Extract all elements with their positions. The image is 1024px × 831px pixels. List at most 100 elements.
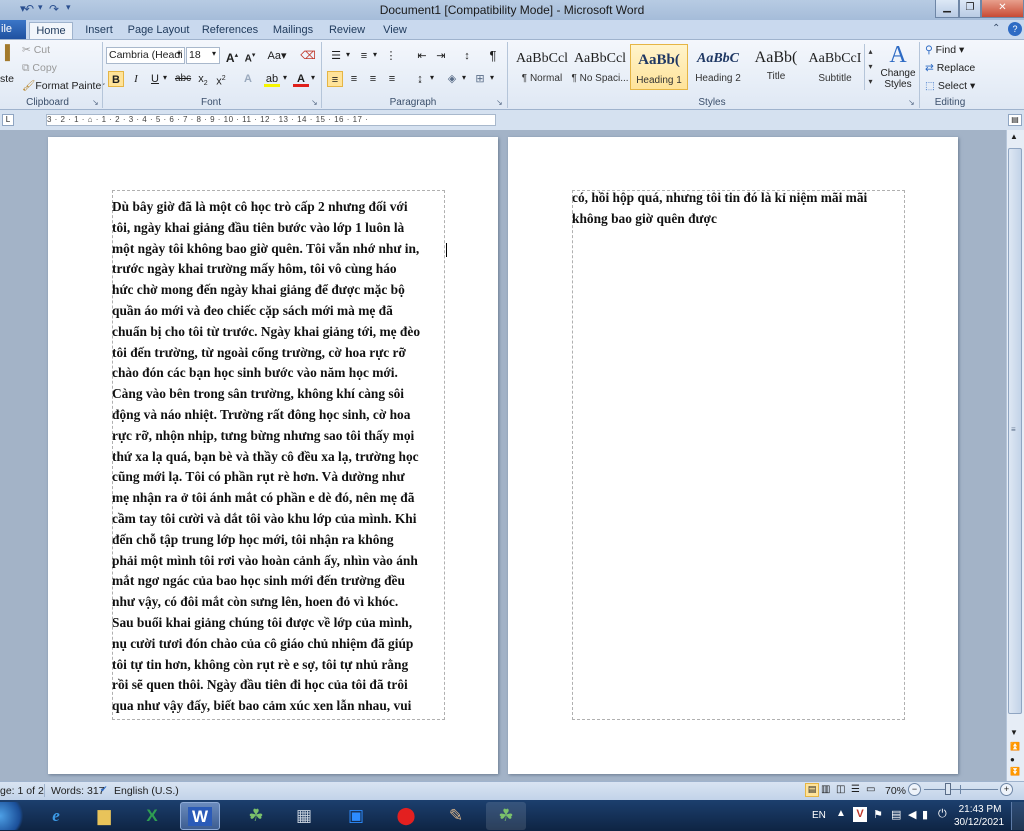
style-subtitle[interactable]: AaBbCcI Subtitle [806, 44, 864, 90]
show-hidden-icons-icon[interactable]: ▲ [836, 808, 846, 819]
redo-icon[interactable]: ↷ [49, 2, 63, 17]
style-normal[interactable]: AaBbCcl ¶ Normal [513, 44, 571, 90]
view-ruler-icon[interactable]: ▤ [1008, 114, 1022, 126]
style-heading-1[interactable]: AaBb(Heading 1 [630, 44, 688, 90]
proofing-icon[interactable]: ✔ [100, 784, 108, 795]
text-line[interactable]: qua như vậy đấy, biết bao cảm xúc xen lẫ… [112, 696, 444, 717]
zoom-slider-thumb[interactable] [945, 783, 951, 795]
scroll-up-icon[interactable]: ▲ [1010, 132, 1018, 141]
text-line[interactable]: không bao giờ quên được [572, 209, 904, 230]
word-icon[interactable]: W [180, 802, 220, 830]
tab-insert[interactable]: Insert [80, 22, 118, 40]
dialog-launcher-icon[interactable]: ↘ [496, 98, 503, 107]
text-line[interactable]: chào đón các bạn học sinh bước vào năm h… [112, 363, 444, 384]
tab-review[interactable]: Review [327, 22, 367, 40]
previous-page-icon[interactable]: ⏫ [1010, 742, 1020, 751]
tab-page-layout[interactable]: Page Layout [127, 22, 190, 40]
language-indicator[interactable]: English (U.S.) [114, 785, 179, 797]
highlight-dropdown-icon[interactable]: ▾ [283, 73, 287, 82]
excel-icon[interactable]: X [132, 802, 172, 830]
full-screen-reading-icon[interactable]: ▥ [821, 784, 830, 795]
text-line[interactable]: mắt ngơ ngác của bao học sinh mới đến tr… [112, 571, 444, 592]
text-line[interactable]: nụ cười tươi đón chào của cô giáo chủ nh… [112, 634, 444, 655]
copy-button[interactable]: ⧉ Copy [22, 62, 57, 75]
calculator-icon[interactable]: ▦ [284, 802, 324, 830]
print-layout-icon[interactable]: ▤ [805, 783, 819, 797]
customize-qat-icon[interactable]: ▾ [66, 2, 76, 17]
minimize-ribbon-icon[interactable]: ⌃ [992, 23, 1000, 34]
format-painter-button[interactable]: 🖌Format Painter [22, 79, 105, 92]
show-formatting-icon[interactable]: ¶ [485, 48, 501, 64]
sort-icon[interactable]: ↕ [459, 48, 475, 64]
style-heading-2[interactable]: AaBbC Heading 2 [689, 44, 747, 90]
underline-button[interactable]: U [147, 71, 163, 87]
zoom-out-icon[interactable]: − [908, 783, 921, 796]
select-browse-object-icon[interactable]: ● [1010, 755, 1015, 764]
text-line[interactable]: một ngày tôi không bao giờ quên. Tôi vẫn… [112, 239, 444, 260]
text-line[interactable]: thứ xa lạ quá, bạn bè và thầy cô đều xa … [112, 447, 444, 468]
restore-button[interactable]: ❐ [959, 0, 981, 18]
align-left-button[interactable]: ≡ [327, 71, 343, 87]
text-box-frame[interactable] [572, 190, 905, 720]
borders-dropdown-icon[interactable]: ▾ [490, 73, 494, 82]
dialog-launcher-icon[interactable]: ↘ [92, 98, 99, 107]
vietkey-icon[interactable]: V [853, 807, 867, 822]
text-line[interactable]: rồi sẽ quen thôi. Ngày đầu tiên đi học c… [112, 675, 444, 696]
show-desktop-button[interactable] [1011, 802, 1024, 830]
minimize-button[interactable]: ▁ [935, 0, 959, 18]
multilevel-list-icon[interactable]: ⋮ [383, 48, 399, 64]
numbering-icon[interactable]: ≡ [356, 48, 372, 64]
line-spacing-icon[interactable]: ↨ [412, 71, 428, 87]
replace-button[interactable]: ⇄ Replace [925, 62, 975, 74]
borders-icon[interactable]: ⊞ [472, 71, 488, 87]
change-case-icon[interactable]: Aa▾ [266, 48, 288, 64]
text-line[interactable]: chuẩn bị cho tôi từ trước. Ngày khai giả… [112, 322, 444, 343]
text-line[interactable]: có, hồi hộp quá, nhưng tôi tin đó là kỉ … [572, 188, 904, 209]
superscript-button[interactable]: x2 [213, 71, 229, 88]
dialog-launcher-icon[interactable]: ↘ [311, 98, 318, 107]
clock-time[interactable]: 21:43 PM [955, 804, 1005, 815]
battery-icon[interactable]: ▮ [922, 808, 928, 821]
text-line[interactable]: động và náo nhiệt. Trường rất đông học s… [112, 405, 444, 426]
paste-button[interactable]: ste [0, 73, 14, 85]
find-button[interactable]: ⚲ Find ▾ [925, 44, 964, 56]
next-page-icon[interactable]: ⏬ [1010, 767, 1020, 776]
text-line[interactable]: cầm tay tôi cười và dắt tôi vào khu lớp … [112, 509, 444, 530]
text-line[interactable]: như vậy, có đôi mắt còn sưng lên, hoen đ… [112, 592, 444, 613]
tab-view[interactable]: View [379, 22, 411, 40]
tab-selector-icon[interactable]: L [2, 114, 14, 126]
strikethrough-button[interactable]: abc [175, 71, 191, 87]
text-line[interactable]: Sau buổi khai giảng chúng tôi được về lớ… [112, 613, 444, 634]
align-center-button[interactable]: ≡ [346, 71, 362, 87]
style-no-spacing[interactable]: AaBbCcl ¶ No Spaci... [571, 44, 629, 90]
app-icon[interactable]: ☘ [236, 802, 276, 830]
text-line[interactable]: mẹ nhận ra ở tôi ánh mắt có phần e dè đó… [112, 488, 444, 509]
tab-references[interactable]: References [200, 22, 260, 40]
undo-dropdown-icon[interactable]: ▾ [38, 2, 48, 17]
close-button[interactable]: ✕ [981, 0, 1024, 18]
text-line[interactable]: cũng mới lạ. Tôi có phần rụt rè hơn. Và … [112, 467, 444, 488]
text-line[interactable]: hức chờ mong đến ngày khai giảng để được… [112, 280, 444, 301]
help-icon[interactable]: ? [1008, 22, 1022, 36]
grow-font-icon[interactable]: A▴ [224, 48, 240, 65]
dialog-launcher-icon[interactable]: ↘ [908, 98, 915, 107]
styles-gallery-scroll[interactable]: ▴ ▾ ▾ [864, 44, 876, 90]
subscript-button[interactable]: x2 [195, 71, 211, 87]
italic-button[interactable]: I [128, 71, 144, 87]
highlight-color-icon[interactable]: ab [264, 71, 280, 87]
font-name-combo[interactable]: Cambria (Headi [106, 47, 185, 64]
increase-indent-icon[interactable]: ⇥ [433, 48, 449, 64]
text-line[interactable]: quần áo mới và đeo chiếc cặp sách mới mà… [112, 301, 444, 322]
language-bar[interactable]: EN [812, 810, 826, 821]
change-styles-button[interactable]: A Change Styles [880, 42, 916, 90]
justify-button[interactable]: ≡ [384, 71, 400, 87]
tab-file[interactable]: ile [0, 20, 26, 40]
document-text-page-2[interactable]: có, hồi hộp quá, nhưng tôi tin đó là kỉ … [572, 188, 904, 230]
style-title[interactable]: AaBb(Title [747, 44, 805, 90]
clock-date[interactable]: 30/12/2021 [950, 817, 1008, 828]
text-line[interactable]: trước ngày khai trường mấy hôm, tôi vô c… [112, 259, 444, 280]
start-button[interactable] [0, 802, 30, 830]
flag-icon[interactable]: ⚑ [873, 808, 883, 821]
line-spacing-dropdown-icon[interactable]: ▾ [430, 73, 434, 82]
power-icon[interactable]: ⏻ [938, 808, 947, 821]
